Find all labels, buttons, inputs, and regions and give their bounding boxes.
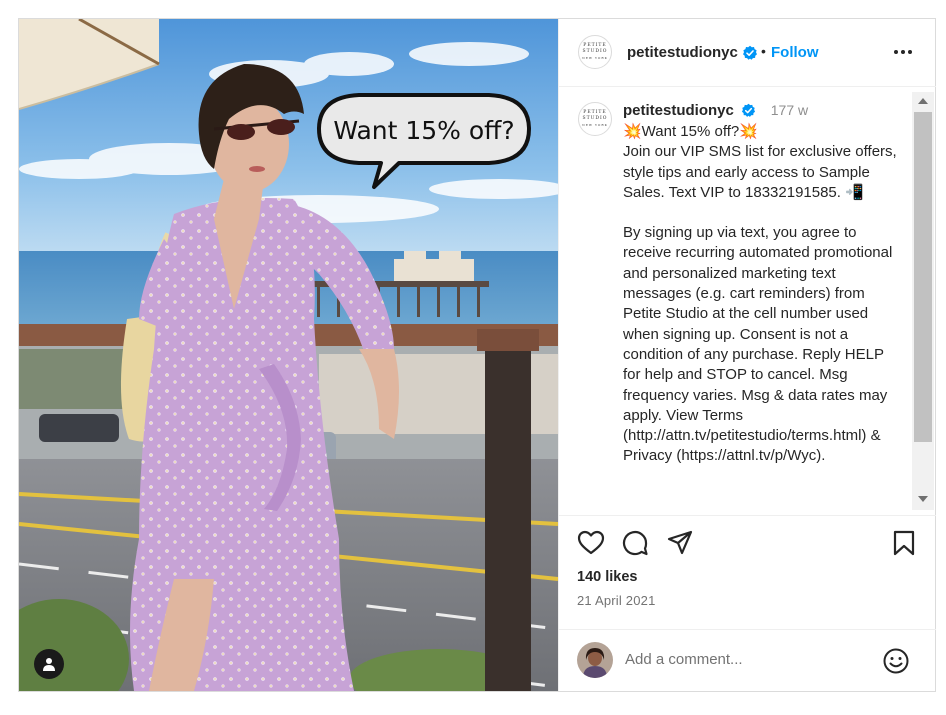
post-date[interactable]: 21 April 2021 [577, 593, 656, 608]
caption-avatar[interactable]: PETITE STUDIO NEW YORK [578, 102, 612, 136]
share-icon[interactable] [666, 529, 694, 557]
heart-icon[interactable] [577, 529, 605, 557]
caption-paragraph: By signing up via text, you agree to rec… [623, 224, 893, 465]
caption-paragraph: 💥Want 15% off?💥 Join our VIP SMS list fo… [623, 123, 897, 201]
comment-icon[interactable] [621, 529, 649, 557]
verified-badge-icon [743, 45, 757, 60]
post-photo[interactable]: Want 15% off? [19, 19, 558, 691]
avatar-logo-line: NEW YORK [582, 56, 608, 60]
verified-badge-icon [742, 104, 756, 118]
caption-username[interactable]: petitestudionyc [623, 102, 734, 119]
caption-scrollbar[interactable] [912, 92, 934, 510]
post-header: PETITE STUDIO NEW YORK petitestudionyc •… [559, 19, 936, 87]
scroll-down-arrow-icon[interactable] [918, 496, 928, 502]
comment-input[interactable] [625, 651, 875, 668]
current-user-avatar [577, 642, 613, 678]
post-details-panel: PETITE STUDIO NEW YORK petitestudionyc •… [558, 19, 936, 691]
account-username[interactable]: petitestudionyc [627, 44, 738, 61]
separator-dot: • [761, 43, 766, 59]
caption-area: PETITE STUDIO NEW YORK petitestudionyc 1… [559, 88, 936, 516]
follow-button[interactable]: Follow [771, 44, 819, 61]
avatar-logo-line: NEW YORK [582, 123, 608, 127]
post-age[interactable]: 177 w [771, 102, 808, 118]
more-options-icon[interactable] [894, 50, 912, 54]
post-actions: 140 likes 21 April 2021 [559, 517, 936, 617]
caption-text: 💥Want 15% off?💥 Join our VIP SMS list fo… [623, 122, 905, 467]
user-tag-button[interactable] [34, 649, 64, 679]
speech-bubble-text: Want 15% off? [333, 116, 514, 145]
likes-count[interactable]: 140 likes [577, 569, 637, 585]
caption-header: petitestudionyc 177 w [623, 102, 808, 120]
user-icon [43, 658, 55, 671]
scrollbar-thumb[interactable] [914, 112, 932, 442]
scroll-up-arrow-icon[interactable] [918, 98, 928, 104]
add-comment-bar [559, 629, 936, 691]
bookmark-icon[interactable] [890, 529, 918, 557]
post-photo-illustration: Want 15% off? [19, 19, 558, 691]
instagram-post: Want 15% off? PETITE STUDIO NEW YORK pet… [18, 18, 936, 692]
account-avatar[interactable]: PETITE STUDIO NEW YORK [578, 35, 612, 69]
emoji-icon[interactable] [882, 647, 910, 675]
